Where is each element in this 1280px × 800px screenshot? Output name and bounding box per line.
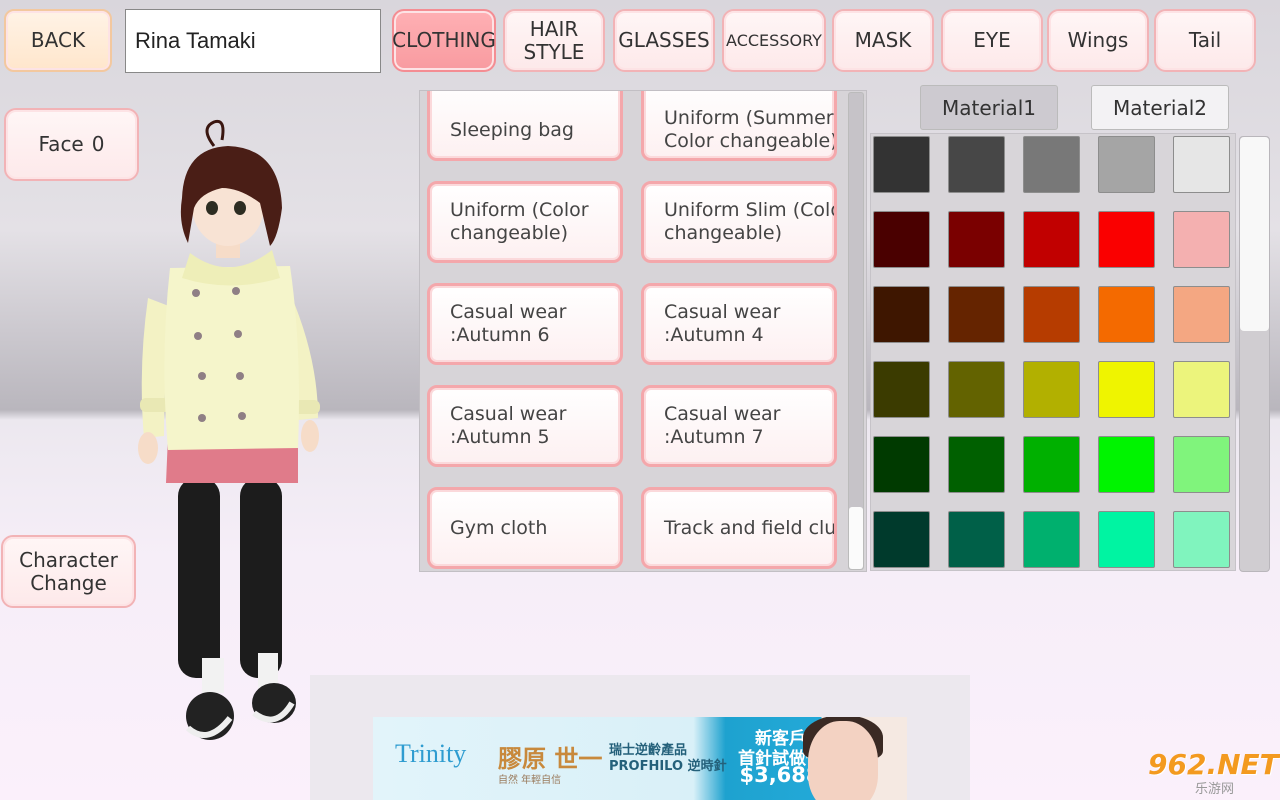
color-swatch[interactable]	[1023, 511, 1080, 568]
clothing-list-panel[interactable]: Sleeping bag Uniform (Summer: Color chan…	[419, 90, 867, 572]
color-swatch[interactable]	[948, 361, 1005, 418]
color-swatch[interactable]	[1173, 436, 1230, 493]
color-swatch[interactable]	[948, 436, 1005, 493]
clothing-item-track-and-field[interactable]: Track and field club	[641, 487, 837, 569]
color-swatch[interactable]	[1023, 136, 1080, 193]
watermark-site: 962.NET	[1148, 748, 1279, 781]
clothing-item-label: Uniform Slim (Color changeable)	[664, 199, 834, 244]
clothing-item-uniform-summer[interactable]: Uniform (Summer: Color changeable)	[641, 91, 837, 161]
color-swatch[interactable]	[1023, 286, 1080, 343]
clothing-item-label: Casual wear :Autumn 7	[664, 403, 781, 448]
clothing-item-label: Gym cloth	[450, 516, 548, 539]
color-swatch[interactable]	[873, 361, 930, 418]
clothing-item-label: Sleeping bag	[450, 118, 574, 141]
color-swatch[interactable]	[1098, 211, 1155, 268]
ad-headline: 膠原 世一	[498, 745, 603, 773]
color-swatch[interactable]	[1023, 436, 1080, 493]
tab-tail[interactable]: Tail	[1154, 9, 1256, 72]
color-swatch[interactable]	[1173, 511, 1230, 568]
character-change-button[interactable]: Character Change	[1, 535, 136, 608]
clothing-item-uniform-slim[interactable]: Uniform Slim (Color changeable)	[641, 181, 837, 263]
tab-clothing[interactable]: CLOTHING	[392, 9, 496, 72]
ad-brand: Trinity	[395, 739, 467, 768]
color-swatch[interactable]	[1173, 286, 1230, 343]
color-swatch[interactable]	[1098, 511, 1155, 568]
clothing-item-uniform[interactable]: Uniform (Color changeable)	[427, 181, 623, 263]
color-swatch[interactable]	[948, 286, 1005, 343]
tab-hair-style[interactable]: HAIR STYLE	[503, 9, 605, 72]
color-swatch[interactable]	[873, 436, 930, 493]
ad-line1: 瑞士逆齡產品	[609, 743, 688, 758]
tab-material2[interactable]: Material2	[1091, 85, 1229, 130]
tab-accessory[interactable]: ACCESSORY	[722, 9, 826, 72]
clothing-item-label: Casual wear :Autumn 4	[664, 301, 781, 346]
clothing-item-label: Uniform (Summer: Color changeable)	[664, 107, 837, 152]
clothing-item-label: Casual wear :Autumn 5	[450, 403, 567, 448]
clothing-item-autumn-6[interactable]: Casual wear :Autumn 6	[427, 283, 623, 365]
color-swatch[interactable]	[1023, 211, 1080, 268]
clothing-item-autumn-4[interactable]: Casual wear :Autumn 4	[641, 283, 837, 365]
character-name-field[interactable]: Rina Tamaki	[125, 9, 381, 73]
palette-scroll-thumb[interactable]	[1240, 137, 1269, 331]
tab-mask[interactable]: MASK	[832, 9, 934, 72]
color-swatch[interactable]	[1098, 361, 1155, 418]
clothing-item-autumn-5[interactable]: Casual wear :Autumn 5	[427, 385, 623, 467]
watermark-sub: 乐游网	[1195, 782, 1235, 797]
tab-hair-style-label: HAIR STYLE	[523, 16, 585, 64]
tab-glasses[interactable]: GLASSES	[613, 9, 715, 72]
ad-line2: PROFHILO 逆時針	[609, 759, 727, 774]
clothing-item-label: Uniform (Color changeable)	[450, 199, 589, 244]
color-swatch[interactable]	[948, 511, 1005, 568]
color-swatch[interactable]	[1023, 361, 1080, 418]
advertisement-banner[interactable]: Trinity 膠原 世一 瑞士逆齡產品 PROFHILO 逆時針 自然 年輕自…	[373, 717, 907, 800]
color-swatch[interactable]	[1173, 136, 1230, 193]
ad-model-photo	[808, 721, 878, 800]
color-swatch[interactable]	[873, 211, 930, 268]
clothing-item-sleeping-bag[interactable]: Sleeping bag	[427, 91, 623, 161]
color-swatch[interactable]	[1098, 436, 1155, 493]
color-swatch[interactable]	[948, 211, 1005, 268]
clothing-list-scrollbar[interactable]	[848, 92, 864, 570]
tab-eye[interactable]: EYE	[941, 9, 1043, 72]
tab-material1[interactable]: Material1	[920, 85, 1058, 130]
palette-scrollbar[interactable]	[1239, 136, 1270, 572]
color-swatch[interactable]	[1098, 286, 1155, 343]
clothing-list-scroll-thumb[interactable]	[849, 507, 863, 569]
clothing-item-gym-cloth[interactable]: Gym cloth	[427, 487, 623, 569]
color-swatch[interactable]	[1173, 211, 1230, 268]
color-palette	[870, 133, 1236, 571]
clothing-item-autumn-7[interactable]: Casual wear :Autumn 7	[641, 385, 837, 467]
tab-wings[interactable]: Wings	[1047, 9, 1149, 72]
face-label: Face	[38, 132, 84, 156]
color-swatch[interactable]	[948, 136, 1005, 193]
color-swatch[interactable]	[873, 286, 930, 343]
character-model[interactable]	[130, 118, 330, 753]
ad-product-text: 瑞士逆齡產品 PROFHILO 逆時針	[609, 743, 727, 775]
face-button[interactable]: Face 0	[4, 108, 139, 181]
clothing-item-label: Track and field club	[664, 516, 837, 539]
character-change-label: Character Change	[19, 547, 118, 595]
color-swatch[interactable]	[873, 136, 930, 193]
back-button[interactable]: BACK	[4, 9, 112, 72]
color-swatch[interactable]	[1098, 136, 1155, 193]
ad-tagline: 自然 年輕自信	[498, 775, 562, 786]
color-swatch[interactable]	[873, 511, 930, 568]
site-watermark: 962.NET 乐游网	[1140, 748, 1279, 798]
clothing-item-label: Casual wear :Autumn 6	[450, 301, 567, 346]
face-value: 0	[91, 132, 105, 156]
color-swatch[interactable]	[1173, 361, 1230, 418]
